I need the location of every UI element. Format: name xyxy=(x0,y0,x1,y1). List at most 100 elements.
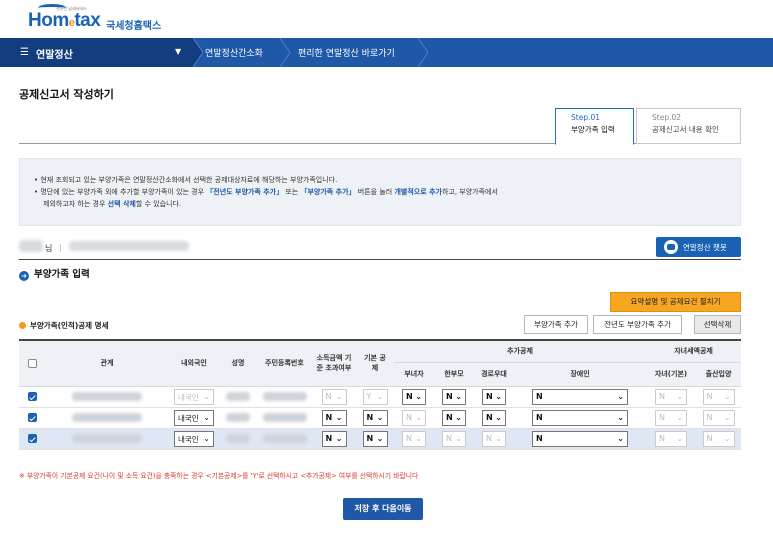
select-all-header xyxy=(19,339,45,387)
child-basic-select[interactable]: N ⌄ xyxy=(655,430,688,447)
chevron-down-icon: ⌄ xyxy=(415,391,422,401)
chevron-down-icon: ⌄ xyxy=(203,412,210,422)
chevron-down-icon: ⌄ xyxy=(617,391,624,401)
add-dependent-button[interactable]: 부양가족 추가 xyxy=(524,315,588,334)
col-child-basic: 자녀(기본) xyxy=(646,361,697,387)
chevron-down-icon: ⌄ xyxy=(495,391,502,401)
elderly-select[interactable]: N ⌄ xyxy=(482,388,506,405)
chatbot-button[interactable]: 연말정산 챗봇 xyxy=(656,237,741,257)
menu-dropdown[interactable]: ☰ 연말정산 ▼ xyxy=(0,38,193,67)
add-prev-year-dependent-button[interactable]: 전년도 부양가족 추가 xyxy=(593,315,682,334)
step-2-tab[interactable]: Step.02 공제신고서 내용 확인 xyxy=(636,108,741,144)
elderly-select[interactable]: N ⌄ xyxy=(482,430,506,447)
disabled-select[interactable]: N ⌄ xyxy=(532,409,628,426)
user-id-redacted xyxy=(69,241,189,251)
elderly-select[interactable]: N ⌄ xyxy=(482,409,506,426)
name-redacted xyxy=(226,413,250,423)
basic-deduction-note: ※ 부양가족이 기본공제 요건(나이 및 소득 요건)을 충족하는 경우 <기본… xyxy=(19,472,419,480)
chevron-down-icon: ⌄ xyxy=(495,412,502,422)
save-next-button[interactable]: 저장 후 다음이동 xyxy=(343,498,423,520)
single-parent-select[interactable]: N ⌄ xyxy=(442,388,466,405)
single-woman-select[interactable]: N ⌄ xyxy=(402,430,426,447)
row-checkbox[interactable] xyxy=(27,434,37,444)
breadcrumb-item-simplified[interactable]: 연말정산간소화 xyxy=(205,46,263,59)
row-checkbox[interactable] xyxy=(27,413,37,423)
user-info-row: 님 | 연말정산 챗봇 xyxy=(19,236,741,258)
chevron-down-icon: ⌄ xyxy=(723,391,731,401)
chevron-down-icon: ⌄ xyxy=(335,391,343,401)
chevron-down-icon: ⌄ xyxy=(723,433,731,443)
income-select[interactable]: N ⌄ xyxy=(321,430,347,447)
chevron-down-icon: ⌄ xyxy=(203,391,210,401)
chatbot-icon xyxy=(664,240,678,254)
chevron-down-icon: ⌄ xyxy=(376,433,384,443)
chevron-down-icon: ⌄ xyxy=(415,412,422,422)
child-basic-select[interactable]: N ⌄ xyxy=(655,409,688,426)
user-name-redacted xyxy=(19,240,43,252)
dependents-table: 관계 내외국인 성명 주민등록번호 소득금액 기준 초과여부 기본 공제 추가공… xyxy=(19,339,742,450)
breadcrumb-separator-icon xyxy=(418,38,429,67)
table-row: 내국인 ⌄ N ⌄ N ⌄ N ⌄ N ⌄ N ⌄ N ⌄ N ⌄ N ⌄ xyxy=(19,428,742,450)
nationality-select[interactable]: 내국인 ⌄ xyxy=(174,430,214,447)
single-woman-select[interactable]: N ⌄ xyxy=(402,409,426,426)
relation-redacted xyxy=(72,392,142,402)
step-1-tab[interactable]: Step.01 부양가족 입력 xyxy=(555,108,634,145)
col-id: 주민등록번호 xyxy=(257,339,312,387)
col-nationality: 내외국인 xyxy=(169,339,219,387)
caret-down-icon: ▼ xyxy=(175,47,182,56)
adoption-select[interactable]: N ⌄ xyxy=(702,430,735,447)
nationality-select[interactable]: 내국인 ⌄ xyxy=(174,409,214,426)
chevron-down-icon: ⌄ xyxy=(376,391,384,401)
chevron-down-icon: ⌄ xyxy=(455,391,462,401)
table-title: 부양가족(인적)공제 명세 xyxy=(19,320,108,331)
breadcrumb-nav: ☰ 연말정산 ▼ 연말정산간소화 편리한 연말정산 바로가기 xyxy=(0,38,773,67)
disabled-select[interactable]: N ⌄ xyxy=(532,388,628,405)
child-basic-select[interactable]: N ⌄ xyxy=(655,388,688,405)
page-title: 공제신고서 작성하기 xyxy=(19,88,114,101)
nationality-select[interactable]: 내국인 ⌄ xyxy=(174,388,214,405)
menu-label: 연말정산 xyxy=(36,50,73,61)
single-parent-select[interactable]: N ⌄ xyxy=(442,430,466,447)
step-label: 부양가족 입력 xyxy=(571,125,615,134)
user-suffix: 님 xyxy=(45,244,53,253)
single-parent-select[interactable]: N ⌄ xyxy=(442,409,466,426)
adoption-select[interactable]: N ⌄ xyxy=(702,409,735,426)
select-all-checkbox[interactable] xyxy=(27,358,37,368)
delete-selected-button[interactable]: 선택삭제 xyxy=(694,315,741,334)
disabled-select[interactable]: N ⌄ xyxy=(532,430,628,447)
step-number: Step.02 xyxy=(652,113,682,122)
chevron-down-icon: ⌄ xyxy=(203,433,210,443)
basic-select[interactable]: N ⌄ xyxy=(362,409,388,426)
chevron-down-icon: ⌄ xyxy=(676,412,684,422)
col-basic: 기본 공제 xyxy=(356,339,394,387)
col-group-child: 자녀세액공제 xyxy=(646,339,742,363)
chevron-down-icon: ⌄ xyxy=(676,391,684,401)
chevron-down-icon: ⌄ xyxy=(676,433,684,443)
site-header: 전자민 납세서비스 Hometax 국세청홈택스 xyxy=(0,0,773,38)
chevron-down-icon: ⌄ xyxy=(495,433,502,443)
income-select[interactable]: N ⌄ xyxy=(321,388,347,405)
info-line: • 현재 조회되고 있는 부양가족은 연말정산간소화에서 선택한 공제대상자료에… xyxy=(34,176,338,184)
row-checkbox[interactable] xyxy=(27,392,37,402)
arrow-right-icon: ➜ xyxy=(19,271,29,281)
breadcrumb-separator-icon xyxy=(193,38,204,67)
basic-select[interactable]: Y ⌄ xyxy=(362,388,388,405)
adoption-select[interactable]: N ⌄ xyxy=(702,388,735,405)
breadcrumb-item-shortcut[interactable]: 편리한 연말정산 바로가기 xyxy=(298,46,395,59)
chevron-down-icon: ⌄ xyxy=(617,412,624,422)
basic-select[interactable]: N ⌄ xyxy=(362,430,388,447)
info-box: • 현재 조회되고 있는 부양가족은 연말정산간소화에서 선택한 공제대상자료에… xyxy=(19,158,741,226)
chevron-down-icon: ⌄ xyxy=(335,412,343,422)
col-income: 소득금액 기준 초과여부 xyxy=(312,339,356,387)
logo-wordmark: Hometax xyxy=(28,10,101,31)
col-single-parent: 한부모 xyxy=(434,361,474,387)
col-group-extra: 추가공제 xyxy=(394,339,647,363)
section-divider xyxy=(19,259,741,260)
income-select[interactable]: N ⌄ xyxy=(321,409,347,426)
chevron-down-icon: ⌄ xyxy=(376,412,384,422)
table-row: 내국인 ⌄ N ⌄ Y ⌄ N ⌄ N ⌄ N ⌄ N ⌄ N ⌄ N ⌄ xyxy=(19,386,742,408)
summary-expand-button[interactable]: 요약설명 및 공제요건 펼치기 xyxy=(610,292,741,312)
step-number: Step.01 xyxy=(571,113,601,122)
single-woman-select[interactable]: N ⌄ xyxy=(402,388,426,405)
bullet-icon xyxy=(19,322,26,329)
